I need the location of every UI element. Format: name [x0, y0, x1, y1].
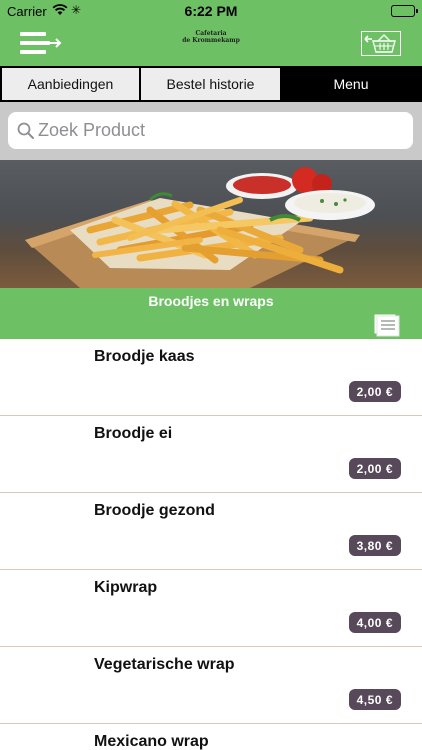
logo-line-1: Cafetaria: [195, 30, 227, 37]
clock: 6:22 PM: [184, 3, 238, 19]
product-row[interactable]: Mexicano wrap: [0, 724, 422, 750]
tab-bestel-historie[interactable]: Bestel historie: [140, 67, 281, 101]
product-row[interactable]: Broodje kaas 2,00 €: [0, 339, 422, 416]
product-row[interactable]: Broodje gezond 3,80 €: [0, 493, 422, 570]
product-name: Broodje ei: [94, 425, 173, 442]
top-bar: Carrier ✳ 6:22 PM Cafetaria de Krommekam…: [0, 0, 422, 66]
search-area: [0, 102, 422, 160]
status-bar: Carrier ✳ 6:22 PM: [0, 0, 422, 22]
logo-line-2: de Krommekamp: [182, 37, 240, 44]
price-badge: 4,00 €: [348, 612, 401, 633]
basket-back-icon: [364, 34, 396, 53]
list-view-icon[interactable]: [373, 313, 401, 337]
product-name: Broodje gezond: [94, 502, 215, 519]
category-title: Broodjes en wraps: [148, 293, 274, 309]
product-name: Vegetarische wrap: [94, 656, 235, 673]
price-badge: 2,00 €: [348, 458, 401, 479]
product-name: Broodje kaas: [94, 348, 195, 365]
price-badge: 4,50 €: [348, 689, 401, 710]
price-badge: 3,80 €: [348, 535, 401, 556]
search-input[interactable]: [38, 112, 403, 149]
battery-icon: [391, 5, 418, 17]
tab-menu[interactable]: Menu: [281, 67, 421, 101]
tab-aanbiedingen[interactable]: Aanbiedingen: [1, 67, 140, 101]
product-name: Kipwrap: [94, 579, 158, 596]
category-hero-image: [0, 160, 422, 288]
basket-button[interactable]: [361, 31, 401, 56]
product-row[interactable]: Broodje ei 2,00 €: [0, 416, 422, 493]
tab-bar: Aanbiedingen Bestel historie Menu: [0, 66, 422, 102]
product-row[interactable]: Kipwrap 4,00 €: [0, 570, 422, 647]
product-row[interactable]: Vegetarische wrap 4,50 €: [0, 647, 422, 724]
category-header: Broodjes en wraps: [0, 288, 422, 339]
search-icon: [17, 122, 34, 139]
search-box: [8, 112, 413, 149]
price-badge: 2,00 €: [348, 381, 401, 402]
brand-logo: Cafetaria de Krommekamp: [0, 30, 422, 44]
product-name: Mexicano wrap: [94, 733, 209, 750]
